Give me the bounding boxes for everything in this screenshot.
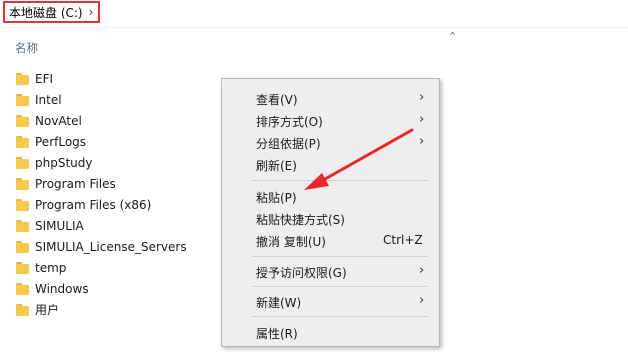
folder-icon xyxy=(16,93,29,106)
menu-item-sort-by[interactable]: 排序方式(O) › xyxy=(222,109,439,131)
chevron-up-icon: ⌃ xyxy=(448,30,458,43)
submenu-arrow-icon: › xyxy=(419,263,425,278)
menu-item-group-by[interactable]: 分组依据(P) › xyxy=(222,131,439,153)
menu-item-refresh[interactable]: 刷新(E) xyxy=(222,153,439,175)
menu-item-properties[interactable]: 属性(R) xyxy=(222,321,439,343)
file-name: SIMULIA xyxy=(35,218,84,233)
file-name: SIMULIA_License_Servers xyxy=(35,239,187,254)
column-header-name[interactable]: 名称 xyxy=(15,40,38,56)
submenu-arrow-icon: › xyxy=(419,112,425,127)
list-item[interactable]: temp xyxy=(16,257,216,278)
file-name: Program Files xyxy=(35,176,116,191)
menu-item-label: 排序方式(O) xyxy=(256,115,323,129)
folder-icon xyxy=(16,177,29,190)
file-name: Program Files (x86) xyxy=(35,197,152,212)
file-name: phpStudy xyxy=(35,155,93,170)
context-menu: 查看(V) › 排序方式(O) › 分组依据(P) › 刷新(E) 粘贴(P) … xyxy=(221,78,440,347)
file-name: EFI xyxy=(35,71,54,86)
menu-item-label: 粘贴快捷方式(S) xyxy=(256,213,345,227)
menu-separator xyxy=(252,256,428,257)
folder-icon xyxy=(16,135,29,148)
file-name: 用户 xyxy=(35,303,60,317)
folder-icon xyxy=(16,219,29,232)
menu-item-label: 授予访问权限(G) xyxy=(256,266,347,280)
breadcrumb[interactable]: 本地磁盘 (C:) › xyxy=(3,1,100,23)
submenu-arrow-icon: › xyxy=(419,134,425,149)
list-item[interactable]: 用户 xyxy=(16,299,216,320)
menu-separator xyxy=(252,286,428,287)
list-item[interactable]: NovAtel xyxy=(16,110,216,131)
list-item[interactable]: SIMULIA xyxy=(16,215,216,236)
chevron-right-icon[interactable]: › xyxy=(89,5,94,19)
file-name: Intel xyxy=(35,92,62,107)
menu-separator xyxy=(252,180,428,181)
menu-separator xyxy=(252,316,428,317)
file-name: Windows xyxy=(35,281,89,296)
menu-item-label: 查看(V) xyxy=(256,93,298,107)
menu-item-paste[interactable]: 粘贴(P) xyxy=(222,185,439,207)
menu-item-label: 刷新(E) xyxy=(256,159,297,173)
file-name: NovAtel xyxy=(35,113,82,128)
file-name: temp xyxy=(35,260,67,275)
menu-item-give-access[interactable]: 授予访问权限(G) › xyxy=(222,260,439,282)
list-item[interactable]: Windows xyxy=(16,278,216,299)
list-item[interactable]: PerfLogs xyxy=(16,131,216,152)
menu-item-label: 粘贴(P) xyxy=(256,191,297,205)
menu-item-label: 新建(W) xyxy=(256,296,302,310)
menu-item-new[interactable]: 新建(W) › xyxy=(222,290,439,312)
folder-icon xyxy=(16,72,29,85)
folder-icon xyxy=(16,114,29,127)
folder-icon xyxy=(16,282,29,295)
menu-item-paste-shortcut[interactable]: 粘贴快捷方式(S) xyxy=(222,207,439,229)
folder-icon xyxy=(16,261,29,274)
list-item[interactable]: phpStudy xyxy=(16,152,216,173)
folder-icon xyxy=(16,303,29,316)
submenu-arrow-icon: › xyxy=(419,90,425,105)
folder-icon xyxy=(16,240,29,253)
address-bar-divider xyxy=(0,27,628,28)
folder-icon xyxy=(16,198,29,211)
list-item[interactable]: EFI xyxy=(16,68,216,89)
folder-icon xyxy=(16,156,29,169)
breadcrumb-drive-label[interactable]: 本地磁盘 (C:) xyxy=(9,4,83,21)
file-name: PerfLogs xyxy=(35,134,87,149)
list-item[interactable]: Intel xyxy=(16,89,216,110)
menu-item-label: 属性(R) xyxy=(256,327,298,341)
submenu-arrow-icon: › xyxy=(419,293,425,308)
list-item[interactable]: Program Files (x86) xyxy=(16,194,216,215)
menu-item-label: 撤消 复制(U) xyxy=(256,235,326,249)
menu-item-label: 分组依据(P) xyxy=(256,137,321,151)
menu-item-shortcut: Ctrl+Z xyxy=(383,233,423,247)
list-item[interactable]: SIMULIA_License_Servers xyxy=(16,236,216,257)
list-item[interactable]: Program Files xyxy=(16,173,216,194)
menu-item-view[interactable]: 查看(V) › xyxy=(222,87,439,109)
menu-item-undo-copy[interactable]: 撤消 复制(U) Ctrl+Z xyxy=(222,229,439,251)
